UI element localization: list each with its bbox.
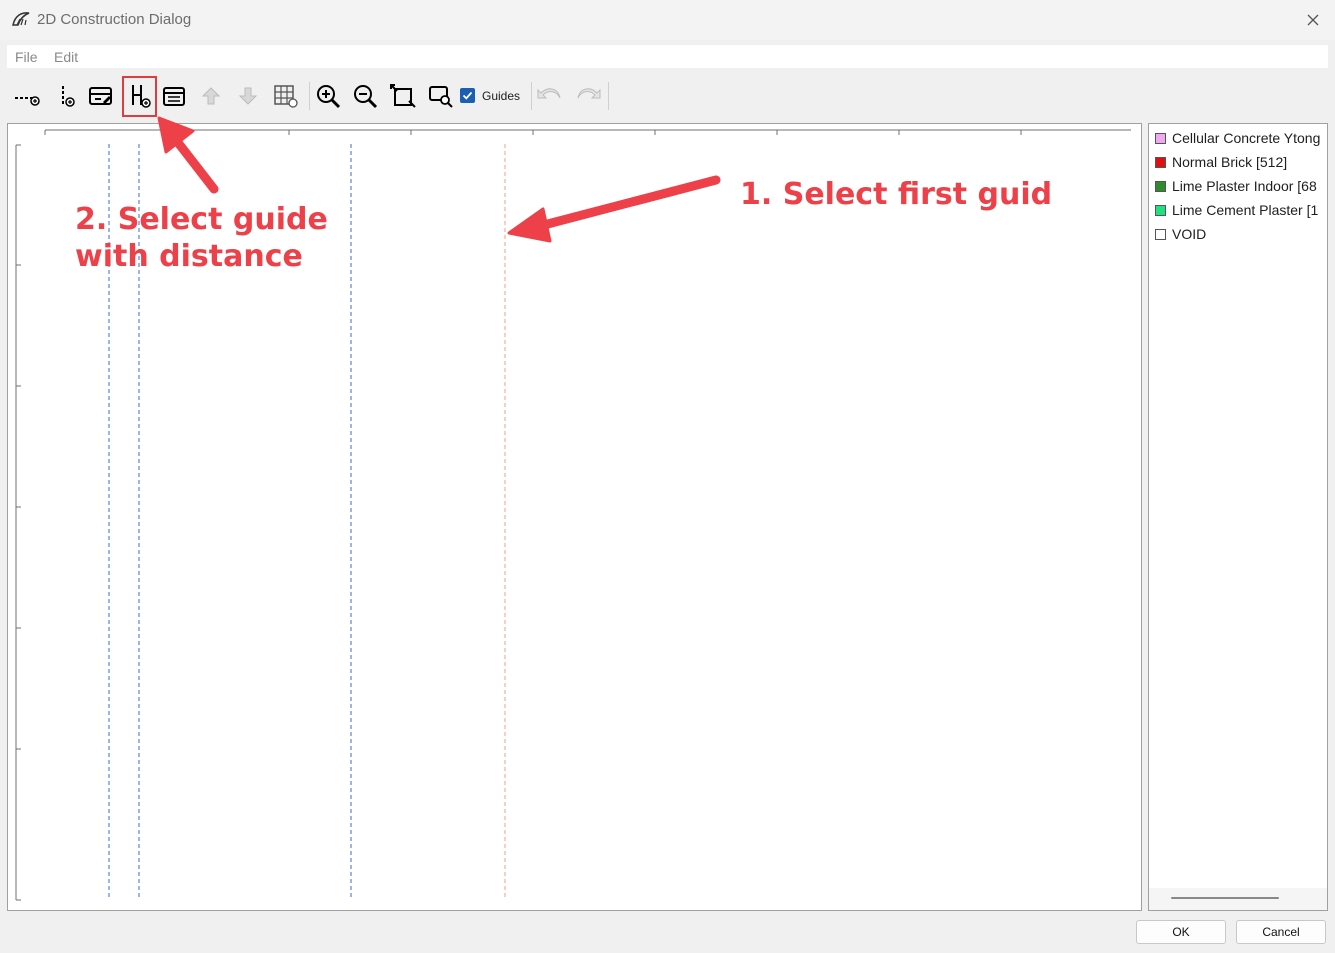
annotation-arrow-step1: [507, 175, 721, 243]
annotation-step1: 1. Select first guid: [740, 177, 1053, 212]
annotation-arrow-step2: [157, 116, 219, 194]
annotation-arrows: [157, 116, 721, 243]
annotation-step2-line1: 2. Select guide: [75, 202, 328, 237]
annotation-step2-line2: with distance: [75, 239, 303, 274]
